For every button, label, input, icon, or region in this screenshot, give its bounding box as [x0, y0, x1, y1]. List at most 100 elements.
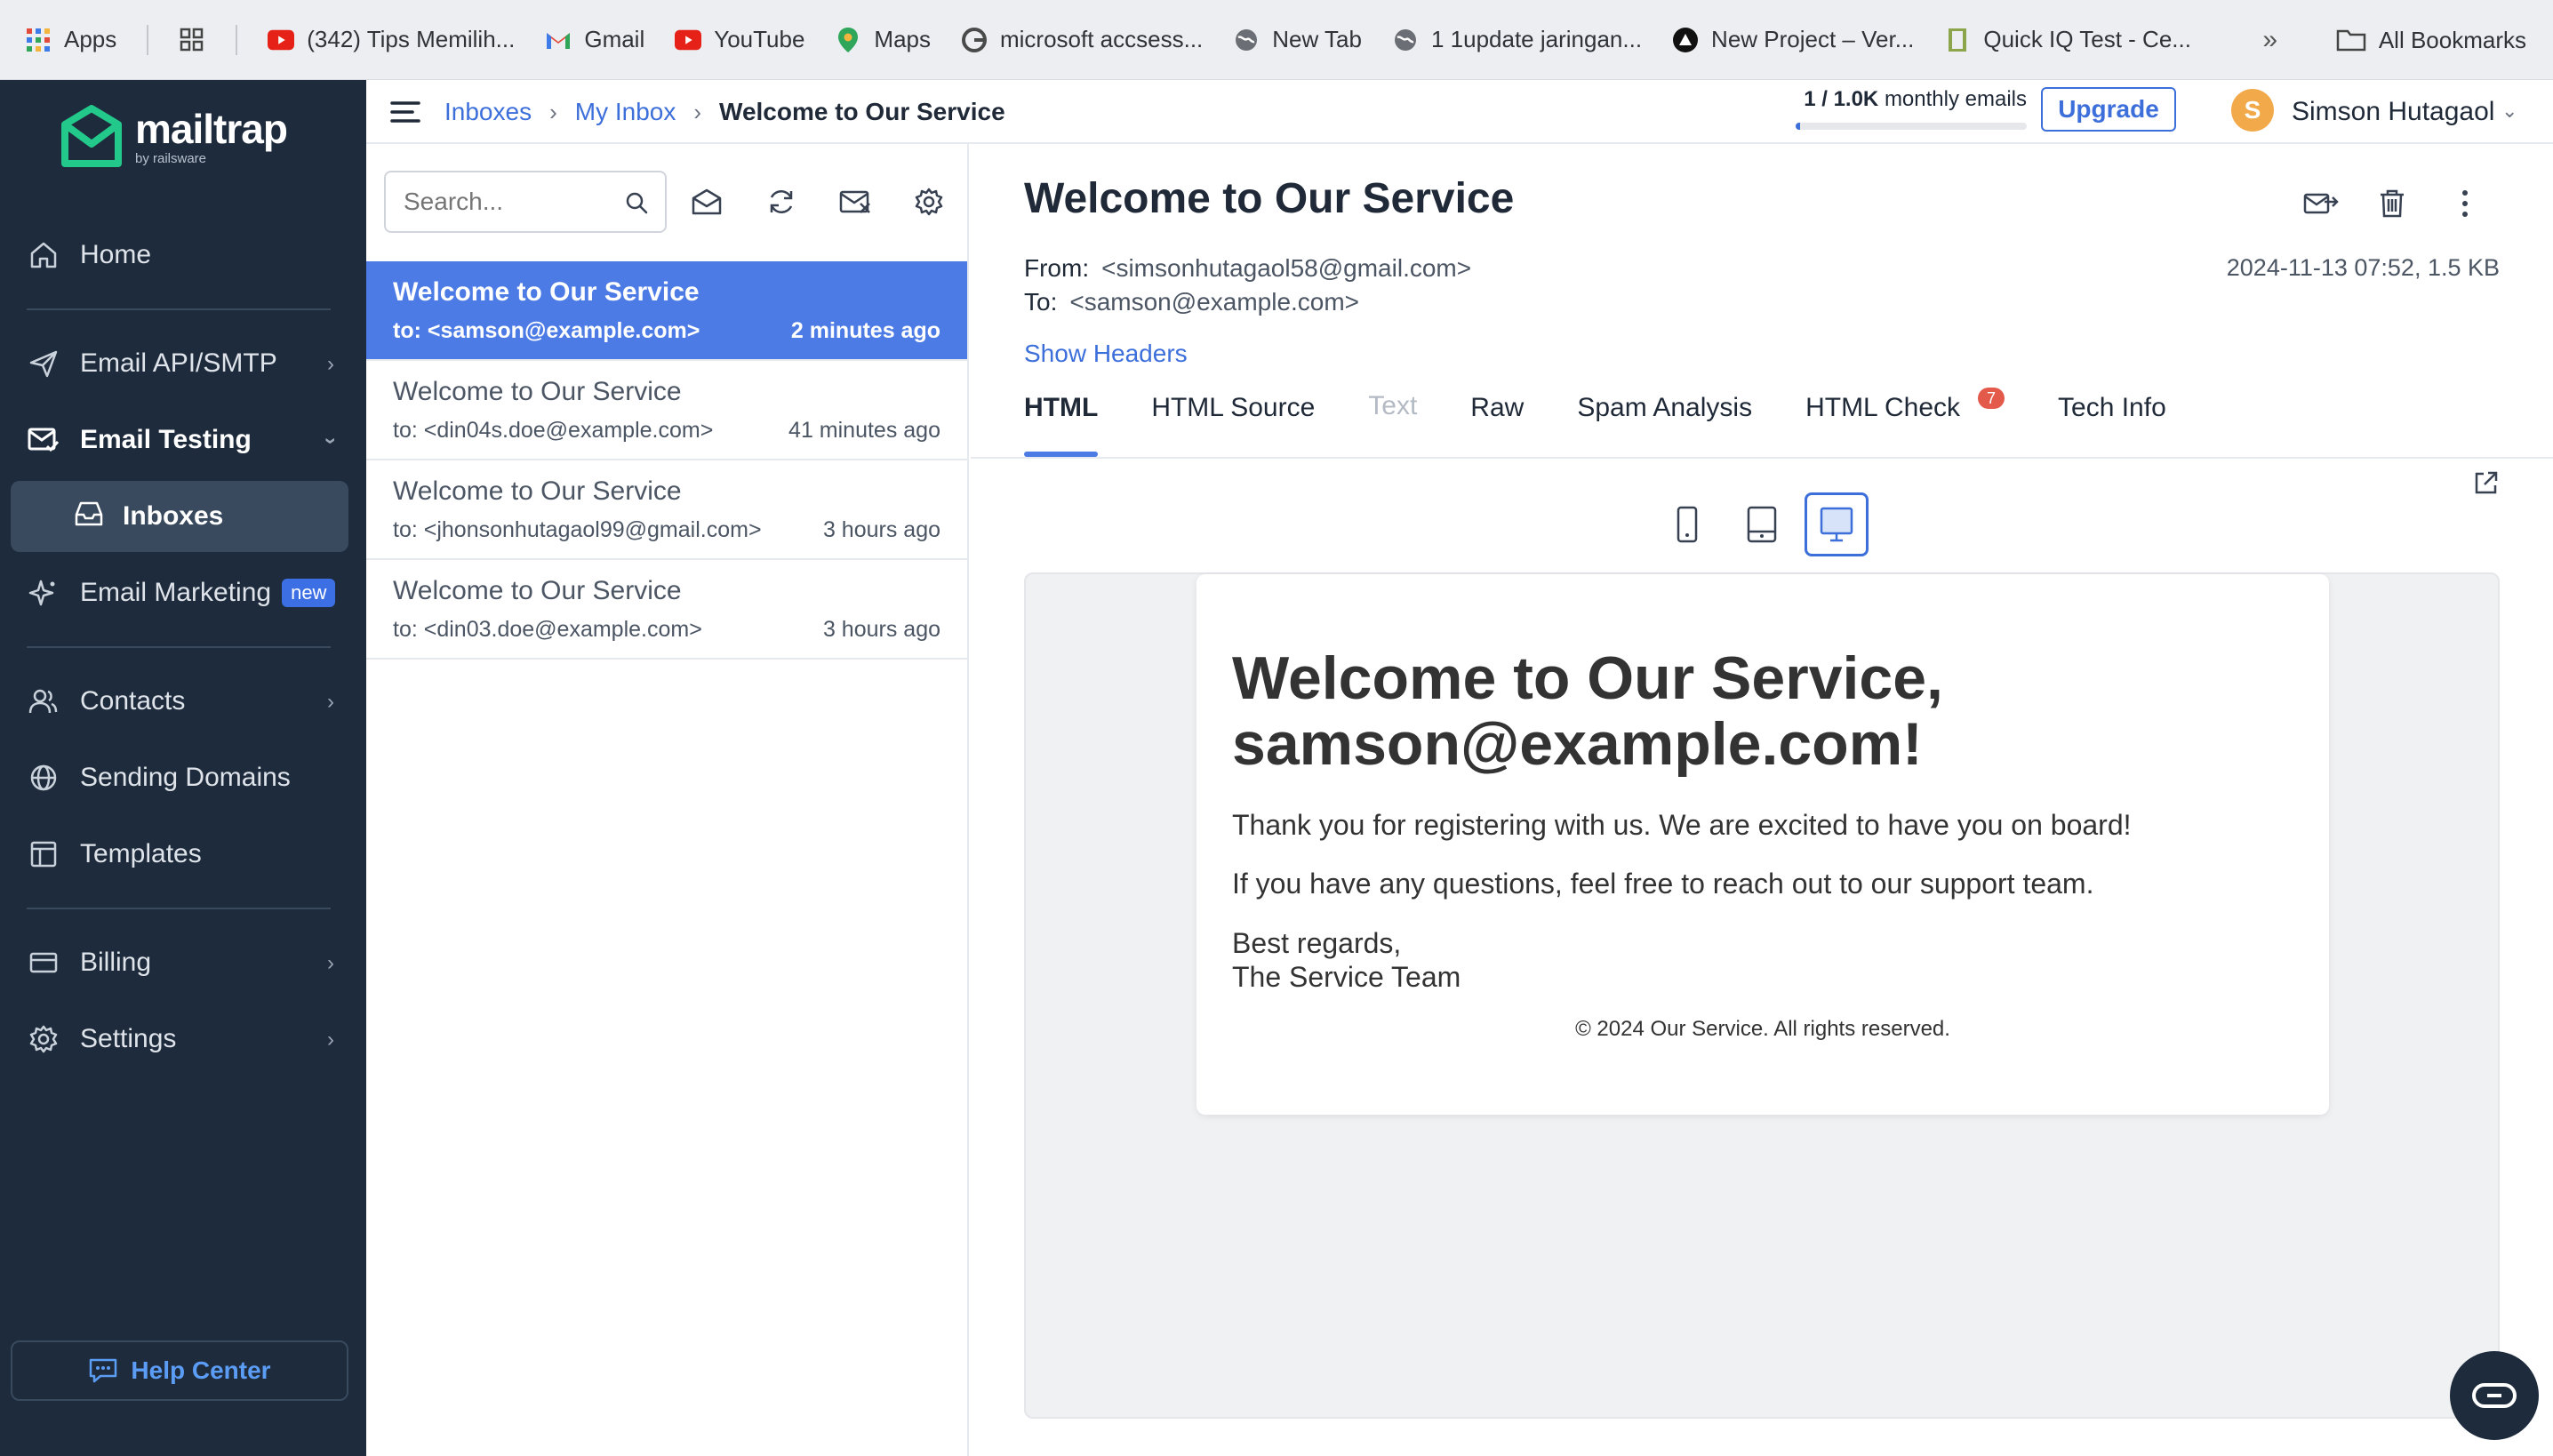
globe-icon	[1233, 27, 1260, 53]
tab-tech-info[interactable]: Tech Info	[2058, 393, 2166, 457]
trash-icon[interactable]	[2370, 181, 2414, 226]
bookmark-tab-groups[interactable]	[179, 27, 205, 53]
sidebar-item-templates[interactable]: Templates	[0, 827, 366, 882]
folder-icon	[2336, 28, 2366, 52]
youtube-icon	[268, 27, 295, 53]
sidebar-item-billing[interactable]: Billing ›	[0, 935, 366, 990]
bookmark-maps[interactable]: Maps	[835, 26, 931, 53]
gear-icon[interactable]	[907, 180, 951, 224]
chat-widget-button[interactable]	[2450, 1351, 2539, 1440]
from-address: <simsonhutagaol58@gmail.com>	[1101, 254, 1472, 282]
sidebar-item-email-marketing[interactable]: Email Marketing new	[0, 565, 366, 620]
tab-raw[interactable]: Raw	[1470, 393, 1524, 457]
search-icon[interactable]	[624, 190, 649, 215]
bookmarks-overflow-button[interactable]: »	[2262, 0, 2277, 80]
all-bookmarks-label: All Bookmarks	[2378, 26, 2526, 53]
breadcrumb-my-inbox[interactable]: My Inbox	[575, 98, 676, 126]
show-headers-link[interactable]: Show Headers	[1024, 340, 1188, 368]
tab-html[interactable]: HTML	[1024, 393, 1099, 457]
email-paragraph: If you have any questions, feel free to …	[1232, 868, 2094, 900]
chevron-right-icon: ›	[327, 352, 334, 376]
search-input[interactable]	[404, 188, 617, 216]
chevron-down-icon[interactable]: ⌄	[2501, 100, 2517, 123]
email-paragraph: Thank you for registering with us. We ar…	[1232, 809, 2132, 841]
bookmark-apps[interactable]: Apps	[25, 26, 116, 53]
sidebar-item-email-api[interactable]: Email API/SMTP ›	[0, 336, 366, 391]
contacts-icon	[27, 684, 60, 718]
message-subject: Welcome to Our Service	[393, 476, 682, 506]
clear-inbox-icon[interactable]	[834, 180, 878, 224]
sidebar-item-label: Templates	[80, 839, 202, 868]
user-name[interactable]: Simson Hutagaol	[2292, 80, 2494, 144]
tab-html-check[interactable]: HTML Check 7	[1805, 388, 2005, 457]
overflow-label: »	[2262, 25, 2277, 54]
message-detail-pane: Welcome to Our Service From: <simsonhutag…	[971, 144, 2553, 1456]
bookmark-iq-test[interactable]: Quick IQ Test - Ce...	[1944, 26, 2191, 53]
message-subject: Welcome to Our Service	[393, 277, 700, 307]
list-item[interactable]: Welcome to Our Service to: <samson@examp…	[366, 261, 967, 361]
sidebar-item-label: Billing	[80, 948, 152, 977]
email-testing-icon	[27, 423, 60, 457]
tablet-view-button[interactable]	[1730, 492, 1794, 556]
bookmark-update[interactable]: 1 1update jaringan...	[1392, 26, 1642, 53]
list-item[interactable]: Welcome to Our Service to: <din03.doe@ex…	[366, 560, 967, 660]
avatar[interactable]: S	[2231, 89, 2274, 132]
sidebar-item-label: Sending Domains	[80, 763, 291, 792]
bookmark-label: (342) Tips Memilih...	[307, 26, 516, 52]
message-list-pane: Welcome to Our Service to: <samson@examp…	[366, 144, 969, 1456]
help-center-button[interactable]: Help Center	[11, 1340, 348, 1401]
bookmark-label: Gmail	[584, 26, 645, 52]
refresh-icon[interactable]	[759, 180, 804, 224]
bookmark-label: microsoft accsess...	[1000, 26, 1204, 52]
message-time: 2 minutes ago	[790, 318, 940, 343]
message-title: Welcome to Our Service	[1024, 175, 1515, 222]
sidebar-divider	[27, 908, 331, 909]
bookmark-youtube[interactable]: YouTube	[675, 26, 804, 53]
sidebar-item-sending-domains[interactable]: Sending Domains	[0, 750, 366, 805]
maps-icon	[835, 27, 861, 53]
bookmark-new-tab[interactable]: New Tab	[1233, 26, 1362, 53]
bookmark-vercel[interactable]: New Project – Ver...	[1672, 26, 1914, 53]
hamburger-menu-icon[interactable]	[388, 94, 423, 130]
bookmark-microsoft[interactable]: microsoft accsess...	[961, 26, 1203, 53]
list-item[interactable]: Welcome to Our Service to: <din04s.doe@e…	[366, 361, 967, 460]
email-signature: Best regards, The Service Team	[1232, 926, 2293, 994]
gmail-icon	[545, 27, 572, 53]
sidebar-item-contacts[interactable]: Contacts ›	[0, 674, 366, 729]
tab-label: Spam Analysis	[1577, 393, 1753, 422]
sidebar-item-settings[interactable]: Settings ›	[0, 1012, 366, 1067]
mailtrap-logo[interactable]: mailtrap by railsware	[60, 105, 288, 169]
bookmark-label: Apps	[64, 26, 117, 52]
sidebar-item-label: Inboxes	[123, 501, 224, 531]
bookmark-separator	[236, 24, 238, 55]
message-subject: Welcome to Our Service	[393, 576, 682, 605]
mobile-view-button[interactable]	[1655, 492, 1719, 556]
more-options-icon[interactable]	[2443, 181, 2487, 226]
open-external-icon[interactable]	[2473, 469, 2500, 496]
mark-read-icon[interactable]	[684, 180, 729, 224]
tab-label: Text	[1368, 391, 1418, 420]
bookmarks-bar: Apps (342) Tips Memilih... Gmail YouTube…	[0, 0, 2553, 80]
chevron-right-icon: ›	[327, 1028, 334, 1052]
all-bookmarks-button[interactable]: All Bookmarks	[2336, 0, 2526, 80]
sidebar-item-inboxes[interactable]: Inboxes	[11, 481, 348, 552]
tabs-divider	[971, 457, 2553, 459]
gear-icon	[27, 1022, 60, 1056]
list-item[interactable]: Welcome to Our Service to: <jhonsonhutag…	[366, 460, 967, 560]
sidebar-item-email-testing[interactable]: Email Testing ›	[0, 412, 366, 468]
home-icon	[27, 238, 60, 272]
upgrade-button[interactable]: Upgrade	[2041, 87, 2176, 132]
sidebar-item-label: Settings	[80, 1024, 177, 1053]
bookmark-label: Quick IQ Test - Ce...	[1983, 26, 2191, 52]
sidebar-item-home[interactable]: Home	[0, 228, 366, 283]
bookmark-gmail[interactable]: Gmail	[545, 26, 644, 53]
forward-icon[interactable]	[2299, 181, 2343, 226]
desktop-view-button[interactable]	[1805, 492, 1869, 556]
chevron-right-icon: ›	[327, 951, 334, 975]
breadcrumb-inboxes[interactable]: Inboxes	[444, 98, 532, 126]
tab-html-source[interactable]: HTML Source	[1151, 393, 1315, 457]
bookmark-tips[interactable]: (342) Tips Memilih...	[268, 26, 515, 53]
logo-text: mailtrap	[135, 105, 288, 152]
sidebar-item-label: Contacts	[80, 686, 186, 716]
tab-spam-analysis[interactable]: Spam Analysis	[1577, 393, 1752, 457]
